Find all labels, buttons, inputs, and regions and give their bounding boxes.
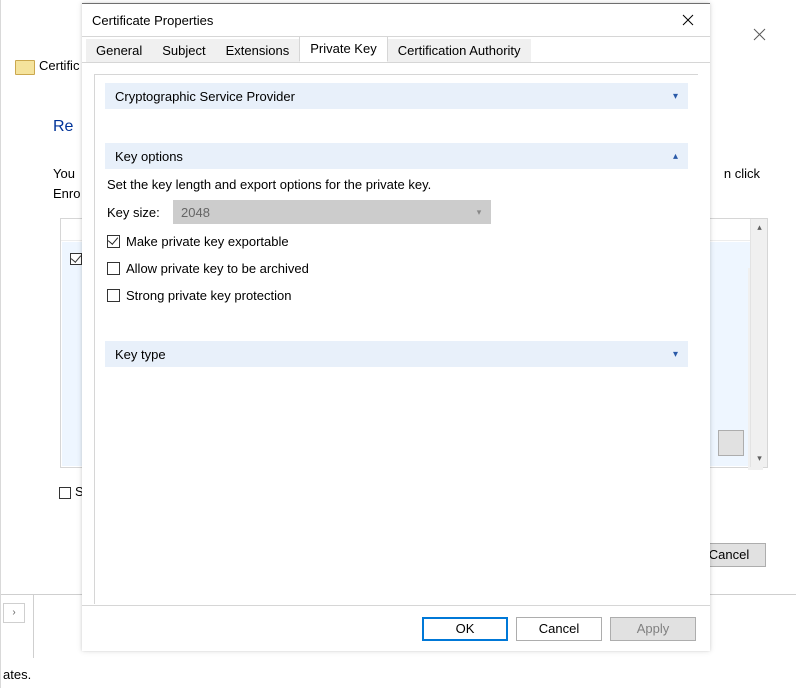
tab-private-key[interactable]: Private Key [299, 36, 387, 62]
tab-certification-authority[interactable]: Certification Authority [388, 39, 531, 63]
instruction-text-1: You [53, 166, 75, 181]
checkbox-archived[interactable]: Allow private key to be archived [107, 261, 688, 276]
keyoptions-description: Set the key length and export options fo… [107, 177, 688, 192]
titlebar[interactable]: Certificate Properties [82, 4, 710, 36]
properties-button-fragment[interactable] [718, 430, 744, 456]
dropdown-icon: ▾ [471, 200, 487, 224]
checkbox-box[interactable] [107, 289, 120, 302]
private-key-panel: Cryptographic Service Provider Key optio… [94, 74, 698, 604]
app-title-fragment: Certific [39, 58, 79, 73]
close-icon [682, 14, 694, 26]
checkbox-label: Make private key exportable [126, 234, 289, 249]
dialog-title: Certificate Properties [92, 13, 666, 28]
checkbox-box[interactable] [59, 487, 71, 499]
tab-general[interactable]: General [86, 39, 152, 63]
status-text-fragment: ates. [3, 667, 31, 682]
certificate-icon [15, 60, 35, 75]
close-button[interactable] [666, 4, 710, 36]
tabstrip: General Subject Extensions Private Key C… [82, 36, 710, 62]
checkbox-box[interactable] [107, 262, 120, 275]
checkbox-box[interactable] [107, 235, 120, 248]
checkbox-label: Allow private key to be archived [126, 261, 309, 276]
certificate-properties-dialog: Certificate Properties General Subject E… [82, 3, 710, 651]
scroll-up-icon[interactable]: ▴ [751, 219, 768, 236]
section-keytype[interactable]: Key type [105, 341, 688, 367]
keysize-select[interactable]: 2048 ▾ [173, 200, 491, 224]
nav-expand-button[interactable]: › [3, 603, 25, 623]
instruction-text-2: Enro [53, 186, 80, 201]
keysize-label: Key size: [107, 205, 173, 220]
section-csp[interactable]: Cryptographic Service Provider [105, 83, 688, 109]
tab-extensions[interactable]: Extensions [216, 39, 300, 63]
ok-button[interactable]: OK [422, 617, 508, 641]
section-csp-title: Cryptographic Service Provider [115, 89, 673, 104]
page-heading-fragment: Re [53, 118, 73, 136]
instruction-text-right: n click [724, 166, 760, 181]
keysize-value: 2048 [181, 205, 210, 220]
outer-scrollbar[interactable]: ▴ ▾ [750, 219, 767, 467]
cancel-button[interactable]: Cancel [516, 617, 602, 641]
tab-body: Cryptographic Service Provider Key optio… [82, 62, 710, 605]
chevron-up-icon [673, 151, 678, 162]
section-keytype-title: Key type [115, 347, 673, 362]
checkbox-strong-protection[interactable]: Strong private key protection [107, 288, 688, 303]
chevron-down-icon [673, 91, 678, 102]
close-icon[interactable] [742, 28, 776, 44]
checkbox-label: Strong private key protection [126, 288, 291, 303]
separator [33, 595, 34, 658]
apply-button[interactable]: Apply [610, 617, 696, 641]
scroll-down-icon[interactable]: ▾ [751, 450, 768, 467]
dialog-button-bar: OK Cancel Apply [82, 605, 710, 651]
section-keyoptions-title: Key options [115, 149, 673, 164]
checkbox-exportable[interactable]: Make private key exportable [107, 234, 688, 249]
section-keyoptions[interactable]: Key options [105, 143, 688, 169]
keysize-row: Key size: 2048 ▾ [107, 200, 688, 224]
chevron-down-icon [673, 349, 678, 360]
list-row-checkbox[interactable] [70, 253, 82, 265]
tab-subject[interactable]: Subject [152, 39, 215, 63]
